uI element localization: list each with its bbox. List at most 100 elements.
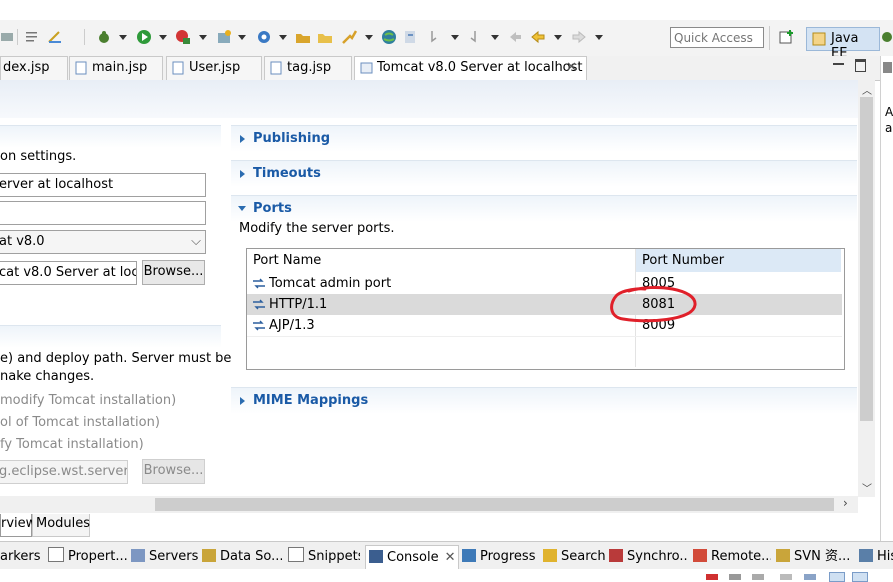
pin-console-icon[interactable] xyxy=(829,572,845,582)
server-name-field[interactable] xyxy=(0,201,206,225)
configuration-path-field[interactable]: cat v8.0 Server at locall xyxy=(0,261,137,285)
view-tab-label: Console xyxy=(387,550,439,565)
java-ee-icon xyxy=(811,31,827,47)
debug-perspective-icon[interactable] xyxy=(880,29,893,45)
browse-button[interactable]: Browse... xyxy=(142,260,205,285)
scroll-right-icon[interactable]: › xyxy=(843,496,848,510)
forward-icon[interactable] xyxy=(571,29,587,45)
location-option-custom[interactable]: fy Tomcat installation) xyxy=(0,437,144,452)
host-name-field[interactable]: erver at localhost xyxy=(0,173,206,197)
toolbar-print-icon[interactable] xyxy=(0,29,16,45)
publishing-section-header[interactable]: Publishing xyxy=(231,125,857,152)
editor-tab-index-jsp[interactable]: dex.jsp xyxy=(0,56,68,80)
view-tab-svn[interactable]: SVN 资... xyxy=(776,545,852,569)
editor-tab-main-jsp[interactable]: main.jsp xyxy=(69,56,163,80)
maximize-editor-icon[interactable] xyxy=(855,59,866,72)
scroll-up-icon[interactable]: ︿ xyxy=(862,82,872,97)
close-icon[interactable]: ✕ xyxy=(566,57,577,79)
horizontal-scrollbar[interactable]: › xyxy=(0,496,858,513)
view-tab-servers[interactable]: Servers xyxy=(131,545,198,569)
remove-launch-icon[interactable] xyxy=(729,574,741,580)
open-type-icon[interactable] xyxy=(295,29,311,45)
table-row[interactable]: AJP/1.3 8009 xyxy=(247,315,842,336)
publishing-title: Publishing xyxy=(253,131,331,146)
vertical-scrollbar[interactable]: ︿ ﹀ xyxy=(858,80,875,497)
open-perspective-icon[interactable] xyxy=(779,29,795,45)
coverage-icon[interactable] xyxy=(175,29,191,45)
red-annotation-circle xyxy=(610,285,697,323)
ports-section-header[interactable]: Ports xyxy=(231,195,857,222)
column-header-port-name[interactable]: Port Name xyxy=(253,253,321,268)
search-task-dropdown-icon[interactable] xyxy=(365,35,373,40)
prev-annotation-icon[interactable] xyxy=(467,29,483,45)
table-row[interactable]: HTTP/1.1 8081 xyxy=(247,294,842,315)
view-tab-console[interactable]: Console ✕ xyxy=(365,545,459,570)
server-locations-text-line2: nake changes. xyxy=(0,369,95,384)
new-server-dropdown-icon[interactable] xyxy=(238,35,246,40)
terminate-icon[interactable] xyxy=(706,574,718,580)
annotation-icon[interactable] xyxy=(403,29,419,45)
location-option-install[interactable]: ol of Tomcat installation) xyxy=(0,415,160,430)
next-annotation-icon[interactable] xyxy=(427,29,443,45)
runtime-environment-select[interactable]: at v8.0 ⌵ xyxy=(0,230,206,254)
java-ee-perspective-button[interactable]: Java EE xyxy=(806,27,880,61)
modules-page-tab[interactable]: Modules xyxy=(32,514,90,537)
web-service-dropdown-icon[interactable] xyxy=(279,35,287,40)
ports-title: Ports xyxy=(253,201,292,216)
column-header-port-number[interactable]: Port Number xyxy=(642,253,724,268)
back-icon[interactable] xyxy=(530,29,546,45)
web-service-icon[interactable] xyxy=(256,29,272,45)
view-tab-progress[interactable]: Progress xyxy=(462,545,538,569)
editor-tab-tag-jsp[interactable]: tag.jsp xyxy=(264,56,352,80)
view-tab-snippets[interactable]: Snippets xyxy=(288,545,360,569)
server-locations-text-line1: e) and deploy path. Server must be xyxy=(0,351,232,366)
view-tab-label: Search xyxy=(561,549,605,564)
prev-annotation-dropdown-icon[interactable] xyxy=(491,35,499,40)
horizontal-scroll-thumb[interactable] xyxy=(155,498,834,511)
expand-icon xyxy=(240,397,245,405)
scroll-down-icon[interactable]: ﹀ xyxy=(862,480,872,495)
clear-console-icon[interactable] xyxy=(780,574,792,580)
forward-dropdown-icon[interactable] xyxy=(595,35,603,40)
editor-tab-tomcat-server[interactable]: Tomcat v8.0 Server at localhost ✕ xyxy=(354,56,587,81)
debug-icon[interactable] xyxy=(96,29,112,45)
view-tab-synchronize[interactable]: Synchro... xyxy=(609,545,687,569)
open-folder-icon[interactable] xyxy=(317,29,333,45)
overview-page-tab[interactable]: rview xyxy=(0,514,36,537)
coverage-dropdown-icon[interactable] xyxy=(199,35,207,40)
deploy-path-field[interactable]: g.eclipse.wst.server.co xyxy=(0,460,128,484)
vertical-scroll-thumb[interactable] xyxy=(860,97,873,421)
view-tab-data-source[interactable]: Data So... xyxy=(202,545,282,569)
timeouts-section-header[interactable]: Timeouts xyxy=(231,160,857,187)
view-tab-history[interactable]: His xyxy=(859,545,893,569)
run-icon[interactable] xyxy=(136,29,152,45)
next-annotation-dropdown-icon[interactable] xyxy=(451,35,459,40)
view-tab-remote[interactable]: Remote... xyxy=(693,545,771,569)
toolbar-list-icon[interactable] xyxy=(24,29,40,45)
editor-tab-user-jsp[interactable]: User.jsp xyxy=(166,56,262,80)
globe-icon[interactable] xyxy=(381,29,397,45)
remove-all-icon[interactable] xyxy=(752,574,764,580)
new-server-icon[interactable] xyxy=(216,29,232,45)
view-tab-properties[interactable]: Propert... xyxy=(48,545,143,569)
location-option-workspace[interactable]: modify Tomcat installation) xyxy=(0,393,176,408)
view-tab-markers[interactable]: arkers xyxy=(0,545,43,569)
table-row[interactable]: Tomcat admin port 8005 xyxy=(247,273,842,294)
toolbar-annotate-icon[interactable] xyxy=(47,29,63,45)
view-tab-label: SVN 资... xyxy=(794,549,851,564)
debug-dropdown-icon[interactable] xyxy=(119,35,127,40)
last-edit-icon[interactable] xyxy=(507,29,523,45)
minimize-editor-icon[interactable] xyxy=(833,63,844,65)
port-icon xyxy=(252,320,266,331)
quick-access-input[interactable] xyxy=(670,27,764,48)
search-task-icon[interactable] xyxy=(341,29,358,45)
scroll-lock-icon[interactable] xyxy=(804,574,816,580)
mime-mappings-section-header[interactable]: MIME Mappings xyxy=(231,387,857,414)
runtime-environment-value: at v8.0 xyxy=(0,234,45,249)
browse-disabled-button[interactable]: Browse... xyxy=(142,459,205,484)
run-dropdown-icon[interactable] xyxy=(159,35,167,40)
back-dropdown-icon[interactable] xyxy=(554,35,562,40)
view-tab-search[interactable]: Search xyxy=(543,545,605,569)
close-icon[interactable]: ✕ xyxy=(445,550,456,565)
display-console-icon[interactable] xyxy=(852,572,868,582)
